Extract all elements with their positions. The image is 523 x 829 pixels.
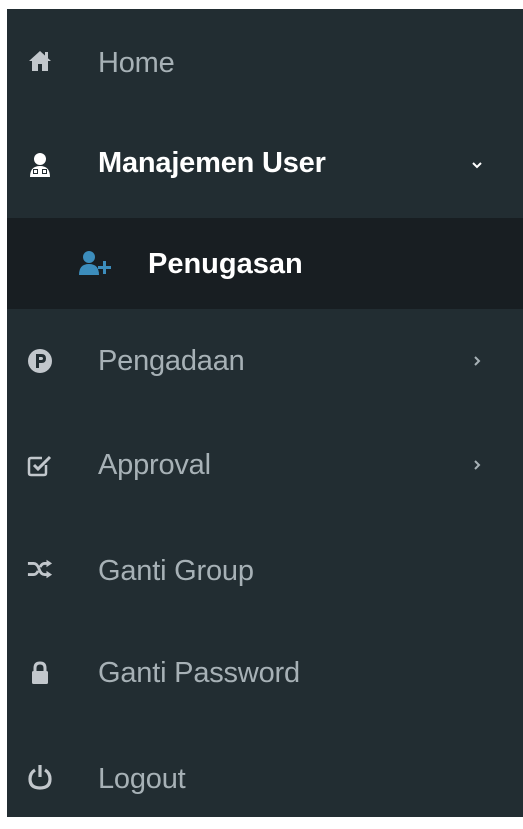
random-icon xyxy=(27,556,53,582)
sidebar-item-pengadaan[interactable]: Pengadaan xyxy=(7,309,523,413)
chevron-down-icon xyxy=(469,157,485,173)
home-icon xyxy=(27,48,53,74)
check-square-icon xyxy=(27,452,53,478)
sidebar-menu: Home Manajemen User Penugasan Pengadaan … xyxy=(7,9,523,817)
sidebar-item-label: Ganti Group xyxy=(98,555,254,587)
parking-circle-icon xyxy=(27,348,53,374)
lock-icon xyxy=(27,660,53,686)
sidebar-item-home[interactable]: Home xyxy=(7,9,523,113)
sidebar-item-label: Ganti Password xyxy=(98,657,300,689)
sidebar-item-label: Approval xyxy=(98,449,211,481)
sidebar-item-manajemen-user[interactable]: Manajemen User xyxy=(7,113,523,217)
submenu-manajemen-user: Penugasan xyxy=(7,218,523,309)
sidebar-item-label: Logout xyxy=(98,763,186,795)
user-plus-icon xyxy=(79,250,111,276)
submenu-item-label: Penugasan xyxy=(148,247,303,280)
submenu-item-penugasan[interactable]: Penugasan xyxy=(7,218,523,309)
sidebar-item-ganti-group[interactable]: Ganti Group xyxy=(7,517,523,621)
chevron-right-icon xyxy=(469,353,485,369)
sidebar-item-label: Home xyxy=(98,47,175,79)
sidebar-item-label: Manajemen User xyxy=(98,147,326,179)
sidebar-item-label: Pengadaan xyxy=(98,345,245,377)
power-off-icon xyxy=(27,764,53,790)
chevron-right-icon xyxy=(469,457,485,473)
sidebar-item-approval[interactable]: Approval xyxy=(7,413,523,517)
sidebar-item-ganti-password[interactable]: Ganti Password xyxy=(7,621,523,725)
sidebar-item-logout[interactable]: Logout xyxy=(7,725,523,829)
user-tie-icon xyxy=(27,152,53,178)
